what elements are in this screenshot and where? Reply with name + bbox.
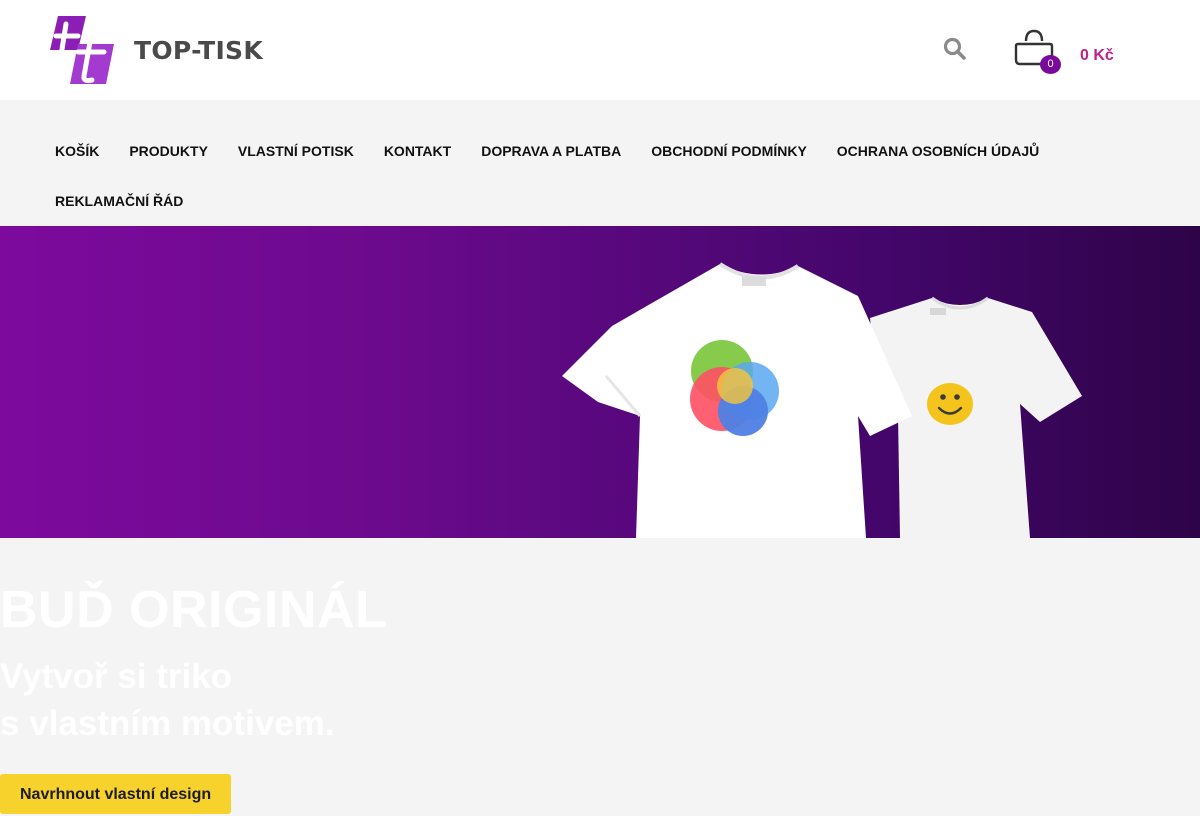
search-icon[interactable] (942, 36, 968, 62)
hero-banner (0, 226, 1200, 538)
hero-subtitle-line-1: Vytvoř si triko (0, 657, 233, 696)
smiley-icon (927, 383, 973, 425)
nav-item-ochrana-udaju[interactable]: OCHRANA OSOBNÍCH ÚDAJŮ (837, 143, 1040, 159)
nav-item-produkty[interactable]: PRODUKTY (129, 143, 208, 159)
brand-name: TOP-TISK (134, 35, 264, 65)
nav-item-vlastni-potisk[interactable]: VLASTNÍ POTISK (238, 143, 354, 159)
design-own-button[interactable]: Navrhnout vlastní design (0, 774, 231, 814)
cart-count-badge: 0 (1040, 55, 1061, 74)
logo-mark-icon (50, 16, 114, 84)
nav-item-reklamacni-rad[interactable]: REKLAMAČNÍ ŘÁD (55, 193, 183, 209)
logo-link[interactable]: TOP-TISK (44, 14, 263, 86)
nav-row-1: KOŠÍK PRODUKTY VLASTNÍ POTISK KONTAKT DO… (55, 143, 1069, 159)
hero-title: BUĎ ORIGINÁL (0, 581, 388, 639)
hero-subtitle-line-2: s vlastním motivem. (0, 704, 335, 743)
nav-row-2: REKLAMAČNÍ ŘÁD (55, 193, 213, 209)
nav-item-kontakt[interactable]: KONTAKT (384, 143, 451, 159)
nav-item-kosik[interactable]: KOŠÍK (55, 143, 99, 159)
nav-item-doprava-a-platba[interactable]: DOPRAVA A PLATBA (481, 143, 621, 159)
tshirt-icon (562, 262, 1082, 538)
hero-subtitle: Vytvoř si triko s vlastním motivem. (0, 653, 335, 747)
site-header: TOP-TISK 0 0 Kč (0, 0, 1200, 100)
nav-item-obchodni-podminky[interactable]: OBCHODNÍ PODMÍNKY (651, 143, 807, 159)
cart-total[interactable]: 0 Kč (1080, 47, 1114, 65)
